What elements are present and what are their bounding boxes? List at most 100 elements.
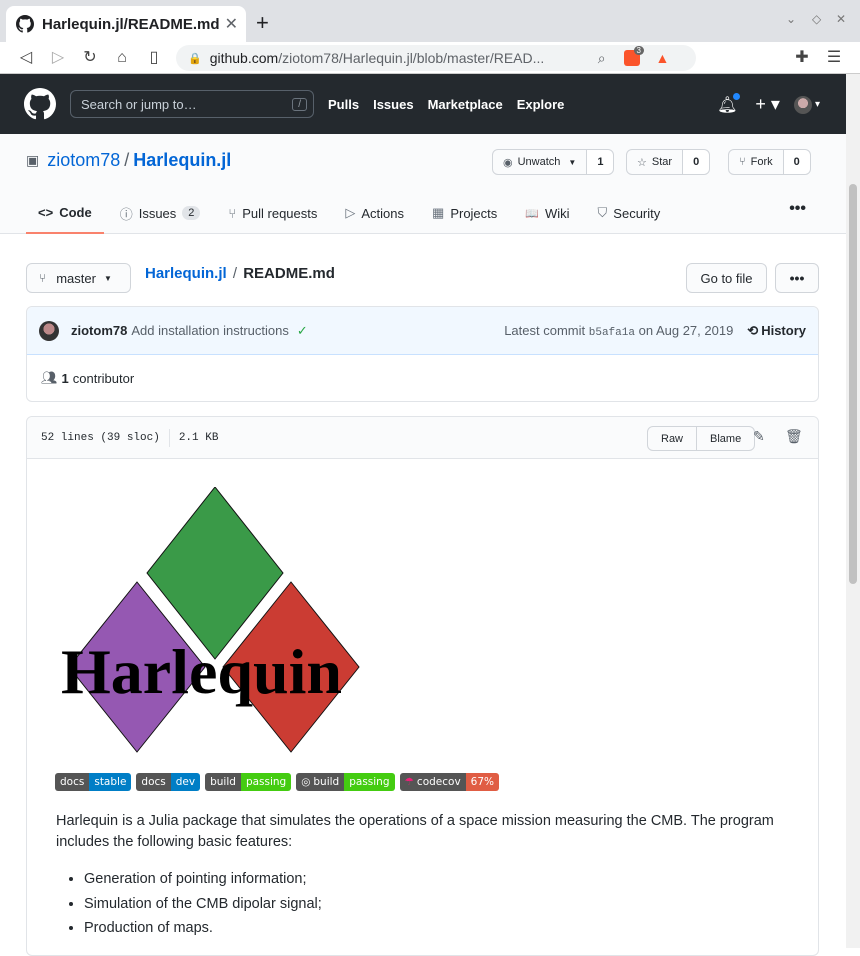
- repo-name[interactable]: Harlequin.jl: [133, 150, 231, 171]
- url-host: github.com: [209, 50, 279, 66]
- commit-message[interactable]: Add installation instructions: [131, 323, 289, 338]
- appveyor-build-badge[interactable]: ◎ build passing: [296, 773, 395, 791]
- minimize-icon[interactable]: ⌄: [786, 12, 796, 26]
- latest-commit-label: Latest commit: [504, 322, 586, 338]
- badge-right: dev: [170, 773, 201, 791]
- star-button[interactable]: ☆ Star: [627, 150, 684, 174]
- list-item: Production of maps.: [84, 916, 322, 941]
- scrollbar-thumb[interactable]: [849, 184, 857, 584]
- bookmark-icon[interactable]: ▯: [144, 48, 164, 68]
- list-item: Simulation of the CMB dipolar signal;: [84, 892, 322, 917]
- fork-count[interactable]: 0: [783, 150, 810, 174]
- github-logo-icon[interactable]: [24, 88, 56, 120]
- new-tab-icon[interactable]: +: [256, 10, 269, 36]
- repo-owner[interactable]: ziotom78: [47, 150, 120, 171]
- raw-button[interactable]: Raw: [648, 427, 698, 450]
- book-icon: 📖: [525, 207, 539, 220]
- brave-rewards-icon[interactable]: ▲: [656, 50, 670, 66]
- home-icon[interactable]: ⌂: [112, 48, 132, 68]
- project-icon: ▦: [432, 205, 445, 220]
- tab-code[interactable]: <> Code: [26, 192, 104, 234]
- latest-commit-info: Latest commit b5afa1a on Aug 27, 2019: [504, 323, 733, 339]
- code-icon: <>: [38, 204, 54, 220]
- forward-icon[interactable]: ▷: [48, 48, 68, 68]
- file-more-button[interactable]: •••: [775, 263, 819, 293]
- back-icon[interactable]: ◁: [16, 48, 36, 68]
- trash-icon[interactable]: 🗑︎: [785, 429, 803, 445]
- fork-button[interactable]: ⑂ Fork: [729, 150, 784, 174]
- tab-security[interactable]: ⛉ Security: [586, 192, 673, 234]
- pencil-icon[interactable]: ✎: [753, 429, 765, 445]
- contributor-label: contributor: [72, 370, 135, 386]
- breadcrumb-separator: /: [232, 265, 238, 282]
- tab-wiki[interactable]: 📖 Wiki: [513, 192, 581, 234]
- eye-icon: ◉: [503, 156, 513, 169]
- restore-icon[interactable]: ◇: [812, 12, 821, 26]
- browser-tab-bar: Harlequin.jl/README.md ✕ + ⌄ ◇ ✕: [0, 0, 860, 42]
- nav-issues[interactable]: Issues: [373, 97, 413, 112]
- badge-row: docs stable docs dev build passing ◎ build pa…: [55, 773, 504, 791]
- zoom-icon[interactable]: ⌕: [598, 50, 606, 67]
- go-to-file-button[interactable]: Go to file: [686, 263, 767, 293]
- brave-shield-icon[interactable]: 3: [623, 46, 644, 66]
- reload-icon[interactable]: ↻: [80, 48, 100, 68]
- issues-counter: 2: [182, 206, 201, 220]
- watch-button-group: ◉ Unwatch ▼ 1: [492, 149, 615, 175]
- docs-stable-badge[interactable]: docs stable: [55, 773, 132, 791]
- tab-label: Code: [59, 204, 92, 220]
- blame-button[interactable]: Blame: [697, 427, 754, 450]
- star-count[interactable]: 0: [683, 150, 710, 174]
- tab-title: Harlequin.jl/README.md: [42, 15, 220, 33]
- address-bar[interactable]: 🔒 github.com/ziotom78/Harlequin.jl/blob/…: [176, 45, 696, 71]
- history-label: History: [761, 322, 806, 338]
- menu-icon[interactable]: ☰: [824, 48, 844, 68]
- search-input[interactable]: Search or jump to… /: [70, 90, 314, 118]
- repo-header: ▣ ziotom78 / Harlequin.jl ◉ Unwatch ▼ 1 ☆ S…: [0, 134, 846, 234]
- create-new-icon[interactable]: + ▾: [755, 94, 780, 115]
- badge-left: build: [205, 773, 241, 791]
- tab-actions[interactable]: ▷ Actions: [333, 192, 416, 234]
- search-placeholder: Search or jump to…: [81, 96, 197, 112]
- tab-projects[interactable]: ▦ Projects: [420, 192, 509, 234]
- build-passing-badge[interactable]: build passing: [205, 773, 292, 791]
- branch-icon: ⑂: [39, 271, 47, 285]
- close-tab-icon[interactable]: ✕: [225, 14, 238, 34]
- watch-button[interactable]: ◉ Unwatch ▼: [493, 150, 588, 174]
- breadcrumb-repo[interactable]: Harlequin.jl: [145, 265, 227, 282]
- lock-icon: 🔒: [188, 52, 202, 65]
- divider: [168, 428, 170, 447]
- pull-request-icon: ⑂: [228, 205, 237, 221]
- kebab-menu-icon[interactable]: •••: [789, 200, 806, 218]
- github-icon: [16, 15, 34, 33]
- tab-label: Pull requests: [242, 205, 318, 221]
- scrollbar[interactable]: [846, 74, 860, 948]
- star-button-group: ☆ Star 0: [626, 149, 711, 175]
- commit-sha[interactable]: b5afa1a: [589, 327, 635, 339]
- nav-marketplace[interactable]: Marketplace: [428, 97, 503, 112]
- search-shortcut: /: [292, 97, 307, 111]
- contributor-count: 1: [61, 370, 69, 386]
- nav-pulls[interactable]: Pulls: [328, 97, 359, 112]
- file-size: 2.1 KB: [178, 431, 219, 444]
- nav-explore[interactable]: Explore: [517, 97, 565, 112]
- tab-label: Security: [613, 205, 661, 221]
- contributors-row[interactable]: 👥︎ 1 contributor: [27, 355, 818, 401]
- tab-pull-requests[interactable]: ⑂ Pull requests: [216, 192, 329, 234]
- browser-tab[interactable]: Harlequin.jl/README.md ✕: [6, 6, 246, 42]
- user-avatar[interactable]: ▾: [793, 95, 820, 114]
- avatar[interactable]: [39, 320, 59, 341]
- docs-dev-badge[interactable]: docs dev: [136, 773, 201, 791]
- issue-icon: ⓘ: [119, 206, 133, 222]
- feature-list: Generation of pointing information; Simu…: [84, 867, 322, 941]
- notification-icon[interactable]: 🔔︎: [717, 92, 741, 115]
- commit-author[interactable]: ziotom78: [71, 323, 127, 338]
- raw-blame-group: Raw Blame: [647, 426, 756, 451]
- tab-issues[interactable]: ⓘ Issues 2: [108, 192, 213, 234]
- extensions-icon[interactable]: ✚: [792, 48, 812, 68]
- check-icon[interactable]: ✓: [297, 323, 308, 339]
- codecov-badge[interactable]: ☂ codecov 67%: [399, 773, 499, 791]
- branch-select-button[interactable]: ⑂ master ▼: [26, 263, 131, 293]
- close-window-icon[interactable]: ✕: [836, 12, 846, 26]
- history-button[interactable]: ⟲ History: [747, 323, 806, 339]
- watch-count[interactable]: 1: [587, 150, 614, 174]
